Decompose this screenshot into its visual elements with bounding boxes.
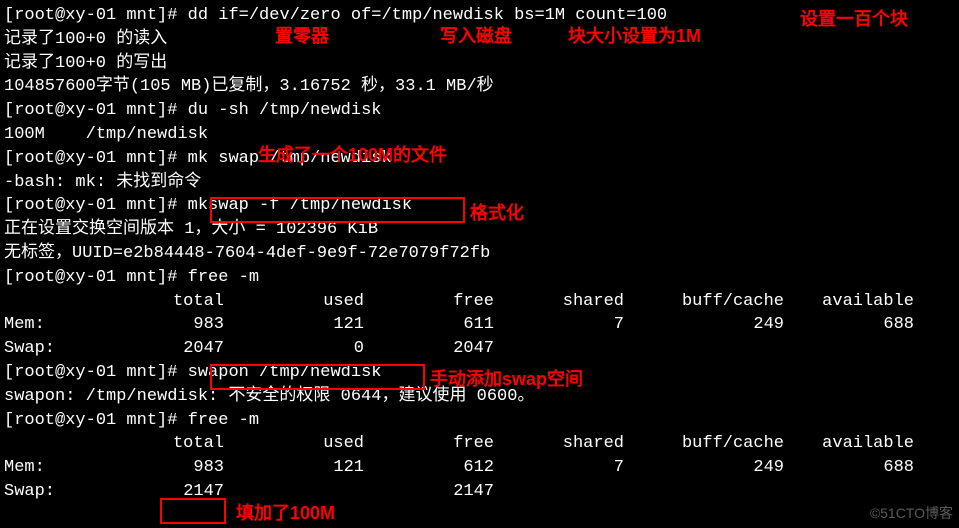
annotation-write-disk: 写入磁盘 (440, 24, 512, 49)
mem-used: 121 (224, 456, 364, 480)
hdr-free: free (364, 290, 494, 314)
mem-label: Mem: (4, 313, 94, 337)
out-du: 100M /tmp/newdisk (4, 123, 955, 147)
swap-used: 0 (224, 337, 364, 361)
mem-used: 121 (224, 313, 364, 337)
highlight-box-swapon (210, 364, 425, 390)
mem-label: Mem: (4, 456, 94, 480)
hdr-shared: shared (494, 432, 624, 456)
hdr-shared: shared (494, 290, 624, 314)
watermark: ©51CTO博客 (870, 504, 953, 524)
highlight-box-swap-total (160, 498, 226, 524)
line-du: [root@xy-01 mnt]# du -sh /tmp/newdisk (4, 99, 955, 123)
line-mk: [root@xy-01 mnt]# mk swap /tmp/newdisk (4, 147, 955, 171)
line-free2: [root@xy-01 mnt]# free -m (4, 409, 955, 433)
hdr-buff: buff/cache (624, 432, 784, 456)
mem-buff: 249 (624, 313, 784, 337)
mem-shared: 7 (494, 313, 624, 337)
out-rec-out: 记录了100+0 的写出 (4, 52, 955, 76)
hdr-used: used (224, 432, 364, 456)
swap-label: Swap: (4, 480, 94, 504)
mem-total: 983 (94, 313, 224, 337)
swap-free: 2047 (364, 337, 494, 361)
hdr-total: total (94, 290, 224, 314)
cmd-du: du -sh /tmp/newdisk (188, 101, 382, 120)
hdr-total: total (94, 432, 224, 456)
prompt: [root@xy-01 mnt]# (4, 268, 188, 287)
mem-total: 983 (94, 456, 224, 480)
mem-free: 611 (364, 313, 494, 337)
cmd-dd: dd if=/dev/zero of=/tmp/newdisk bs=1M co… (188, 6, 667, 25)
annotation-count: 设置一百个块 (800, 7, 908, 32)
annotation-format: 格式化 (470, 201, 524, 226)
out-mkswap2: 无标签，UUID=e2b84448-7604-4def-9e9f-72e7079… (4, 242, 955, 266)
mem-avail: 688 (784, 313, 914, 337)
prompt: [root@xy-01 mnt]# (4, 101, 188, 120)
swap-total: 2047 (94, 337, 224, 361)
mem-free: 612 (364, 456, 494, 480)
free-table-1: total used free shared buff/cache availa… (4, 290, 955, 361)
prompt: [root@xy-01 mnt]# (4, 411, 188, 430)
cmd-free2: free -m (188, 411, 259, 430)
terminal[interactable]: [root@xy-01 mnt]# dd if=/dev/zero of=/tm… (0, 0, 959, 508)
line-free1: [root@xy-01 mnt]# free -m (4, 266, 955, 290)
prompt: [root@xy-01 mnt]# (4, 149, 188, 168)
hdr-buff: buff/cache (624, 290, 784, 314)
hdr-used: used (224, 290, 364, 314)
out-mk-err: -bash: mk: 未找到命令 (4, 171, 955, 195)
hdr-avail: available (784, 290, 914, 314)
cmd-free1: free -m (188, 268, 259, 287)
hdr-free: free (364, 432, 494, 456)
annotation-zero-source: 置零器 (275, 24, 329, 49)
prompt: [root@xy-01 mnt]# (4, 196, 188, 215)
prompt: [root@xy-01 mnt]# (4, 6, 188, 25)
prompt: [root@xy-01 mnt]# (4, 363, 188, 382)
free-table-2: total used free shared buff/cache availa… (4, 432, 955, 503)
swap-free: 2147 (364, 480, 494, 504)
annotation-block-size: 块大小设置为1M (568, 24, 701, 49)
hdr-avail: available (784, 432, 914, 456)
annotation-100m-file: 生成了一个100M的文件 (258, 143, 447, 168)
annotation-added-100m: 填加了100M (236, 501, 335, 526)
mem-avail: 688 (784, 456, 914, 480)
swap-label: Swap: (4, 337, 94, 361)
out-bytes: 104857600字节(105 MB)已复制，3.16752 秒，33.1 MB… (4, 75, 955, 99)
mem-buff: 249 (624, 456, 784, 480)
annotation-add-swap: 手动添加swap空间 (430, 367, 583, 392)
highlight-box-mkswap (210, 197, 465, 223)
mem-shared: 7 (494, 456, 624, 480)
